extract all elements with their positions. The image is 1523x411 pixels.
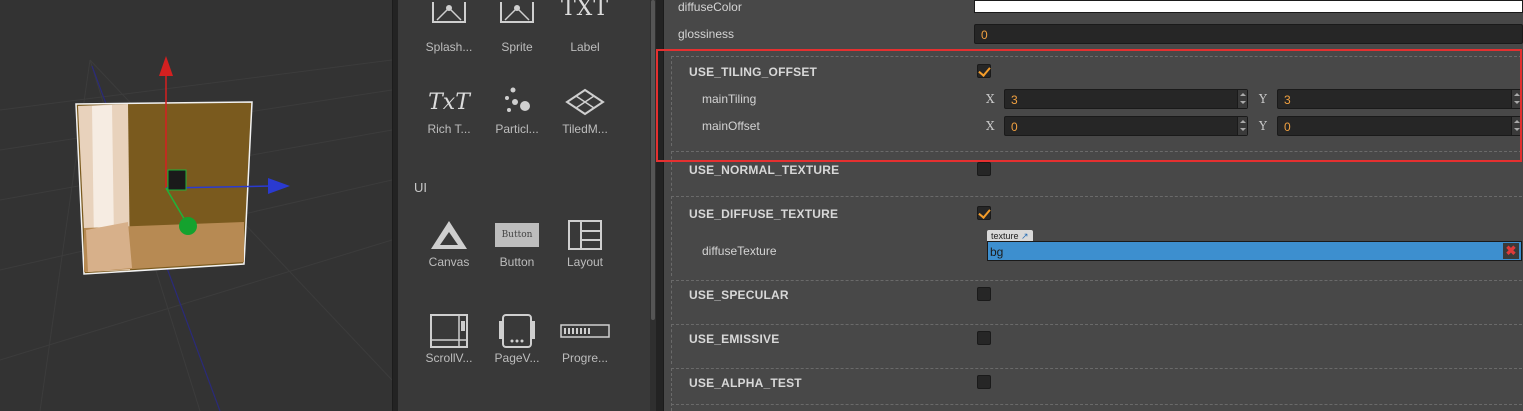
use-normal-texture-checkbox[interactable] [977,162,991,176]
asset-particle[interactable]: Particl... [481,82,553,136]
category-heading-ui: UI [414,180,427,195]
button-icon: Button [481,215,553,255]
section-title: USE_EMISSIVE [689,332,780,346]
editor-window: Splash... Sprite TXT Label TxT Rich T... [0,0,1523,411]
tiledmap-icon [549,82,621,122]
highlight-box [656,49,1522,162]
asset-label: Sprite [501,40,533,54]
asset-tiledmap[interactable]: TiledM... [549,82,621,136]
canvas-icon [413,215,485,255]
asset-label: Particl... [495,122,539,136]
progressbar-icon [549,311,621,351]
glossiness-input[interactable]: 0 [974,24,1523,44]
asset-label: Rich T... [427,122,471,136]
asset-sprite[interactable]: Sprite [481,0,553,54]
asset-progressbar[interactable]: Progre... [549,311,621,365]
use-emissive-checkbox[interactable] [977,331,991,345]
asset-label: PageV... [494,351,540,365]
asset-pageview[interactable]: PageV... [481,311,553,365]
asset-label-node[interactable]: TXT Label [549,0,621,54]
section-emissive [671,324,1522,364]
asset-label: Canvas [428,255,470,269]
asset-label: Splash... [425,40,473,54]
section-divider [671,404,1522,411]
section-title: USE_DIFFUSE_TEXTURE [689,207,839,221]
section-title: USE_SPECULAR [689,288,789,302]
scrollview-icon [413,311,485,351]
splash-sprite-icon [413,0,485,40]
layout-icon [549,215,621,255]
scene-canvas[interactable] [0,0,392,411]
use-diffuse-texture-checkbox[interactable] [977,206,991,220]
asset-label: Label [570,40,600,54]
asset-label: Button [499,255,535,269]
asset-richtext[interactable]: TxT Rich T... [413,82,485,137]
asset-layout[interactable]: Layout [549,215,621,269]
scene-view[interactable] [0,0,392,411]
texture-value: bg [990,245,1004,259]
asset-canvas[interactable]: Canvas [413,215,485,269]
asset-label: TiledM... [562,122,608,136]
external-link-icon[interactable]: ↗ [1021,231,1029,241]
remove-icon[interactable]: ✖ [1503,243,1519,259]
use-specular-checkbox[interactable] [977,287,991,301]
scene-model[interactable] [75,101,253,275]
asset-label: Layout [566,255,604,269]
asset-label: ScrollV... [425,351,473,365]
asset-label: Progre... [561,351,609,365]
section-specular [671,280,1522,320]
diffuse-texture-label: diffuseTexture [702,244,777,258]
library-scrollbar-thumb[interactable] [651,0,655,320]
sprite-icon [481,0,553,40]
asset-button[interactable]: Button Button [481,215,553,269]
asset-splash[interactable]: Splash... [413,0,485,54]
section-title: USE_NORMAL_TEXTURE [689,163,840,177]
glossiness-label: glossiness [678,27,735,41]
node-library-panel: Splash... Sprite TXT Label TxT Rich T... [398,0,650,411]
section-title: USE_ALPHA_TEST [689,376,802,390]
particle-icon [481,82,553,122]
pageview-icon [481,311,553,351]
asset-scrollview[interactable]: ScrollV... [413,311,485,365]
diffuse-texture-field[interactable]: bg ✖ [987,241,1522,261]
label-icon: TXT [560,0,609,21]
diffuse-color-label: diffuseColor [678,0,742,14]
use-alpha-test-checkbox[interactable] [977,375,991,389]
rich-text-icon: TxT [428,89,470,115]
diffuse-color-field[interactable] [974,0,1523,13]
